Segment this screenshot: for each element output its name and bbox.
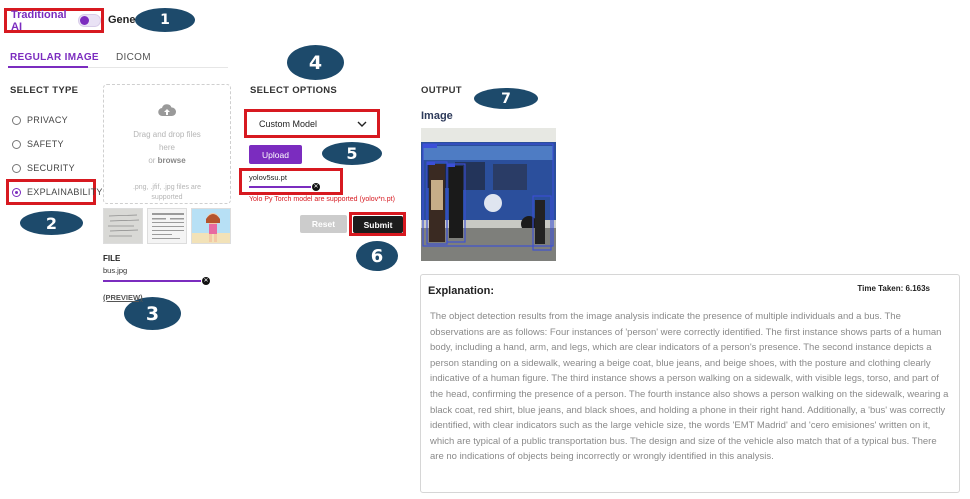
callout-2: 2	[20, 211, 83, 235]
select-type-title: SELECT TYPE	[10, 85, 79, 96]
toggle-knob	[79, 16, 89, 25]
preview-link[interactable]: (PREVIEW)	[103, 293, 143, 302]
dropzone-line1: Drag and drop files	[133, 130, 201, 139]
dropzone-or: or	[148, 156, 156, 165]
remove-file-icon[interactable]: ✕	[202, 277, 210, 285]
submit-button[interactable]: Submit	[353, 216, 403, 233]
callout-4: 4	[287, 45, 344, 80]
callout-5: 5	[322, 142, 382, 165]
radio-circle[interactable]	[12, 163, 21, 173]
sample-thumbnail-document[interactable]	[103, 208, 143, 244]
chevron-down-icon	[357, 119, 367, 129]
reset-button[interactable]: Reset	[300, 215, 347, 233]
radio-security[interactable]: SECURITY	[12, 163, 75, 173]
radio-circle[interactable]	[12, 139, 21, 149]
file-dropzone[interactable]: Drag and drop files here or browse .png,…	[103, 84, 231, 204]
dropzone-types-1: .png, .jfif, .jpg files are	[132, 184, 202, 191]
radio-explainability[interactable]: EXPLAINABILITY	[12, 187, 103, 197]
output-image-label: Image	[421, 110, 453, 122]
select-options-title: SELECT OPTIONS	[250, 85, 338, 96]
toggle-label: Traditional AI	[11, 8, 67, 33]
browse-link[interactable]: browse	[158, 156, 186, 165]
file-section-title: FILE	[103, 254, 121, 263]
callout-6: 6	[356, 241, 398, 271]
ai-mode-toggle[interactable]: Traditional AI	[4, 8, 104, 33]
output-title: OUTPUT	[421, 85, 462, 96]
upload-button[interactable]: Upload	[249, 145, 302, 164]
file-name: bus.jpg	[103, 266, 128, 275]
radio-circle-checked[interactable]	[12, 187, 21, 197]
radio-label: EXPLAINABILITY	[27, 187, 103, 197]
radio-privacy[interactable]: PRIVACY	[12, 115, 68, 125]
radio-label: PRIVACY	[27, 115, 68, 125]
file-progress-bar	[103, 280, 201, 282]
remove-model-icon[interactable]: ✕	[312, 183, 320, 191]
sample-thumbnail-cartoon[interactable]	[191, 208, 231, 244]
explanation-card: Explanation: Time Taken: 6.163s The obje…	[420, 274, 960, 493]
model-select-value: Custom Model	[259, 118, 318, 129]
output-detection-image	[421, 128, 556, 261]
model-progress-bar	[249, 186, 311, 188]
model-error-text: Yolo Py Torch model are supported (yolov…	[249, 196, 395, 203]
tab-regular-image[interactable]: REGULAR IMAGE	[10, 52, 99, 63]
callout-1: 1	[135, 8, 195, 32]
radio-safety[interactable]: SAFETY	[12, 139, 64, 149]
dropzone-types-2: supported	[151, 194, 183, 201]
radio-label: SAFETY	[27, 139, 64, 149]
toggle-switch[interactable]	[77, 14, 101, 27]
upload-cloud-icon	[104, 103, 230, 122]
time-taken: Time Taken: 6.163s	[857, 284, 930, 293]
explanation-text: The object detection results from the im…	[430, 311, 949, 463]
radio-circle[interactable]	[12, 115, 21, 125]
tab-active-indicator	[8, 66, 88, 68]
model-select[interactable]: Custom Model	[244, 109, 380, 138]
radio-label: SECURITY	[27, 163, 75, 173]
callout-7: 7	[474, 88, 538, 109]
explanation-title: Explanation:	[428, 285, 495, 297]
dropzone-line2: here	[158, 143, 175, 152]
sample-thumbnail-form[interactable]	[147, 208, 187, 244]
tab-dicom[interactable]: DICOM	[116, 52, 151, 63]
model-file-name: yolov5su.pt	[249, 173, 287, 182]
